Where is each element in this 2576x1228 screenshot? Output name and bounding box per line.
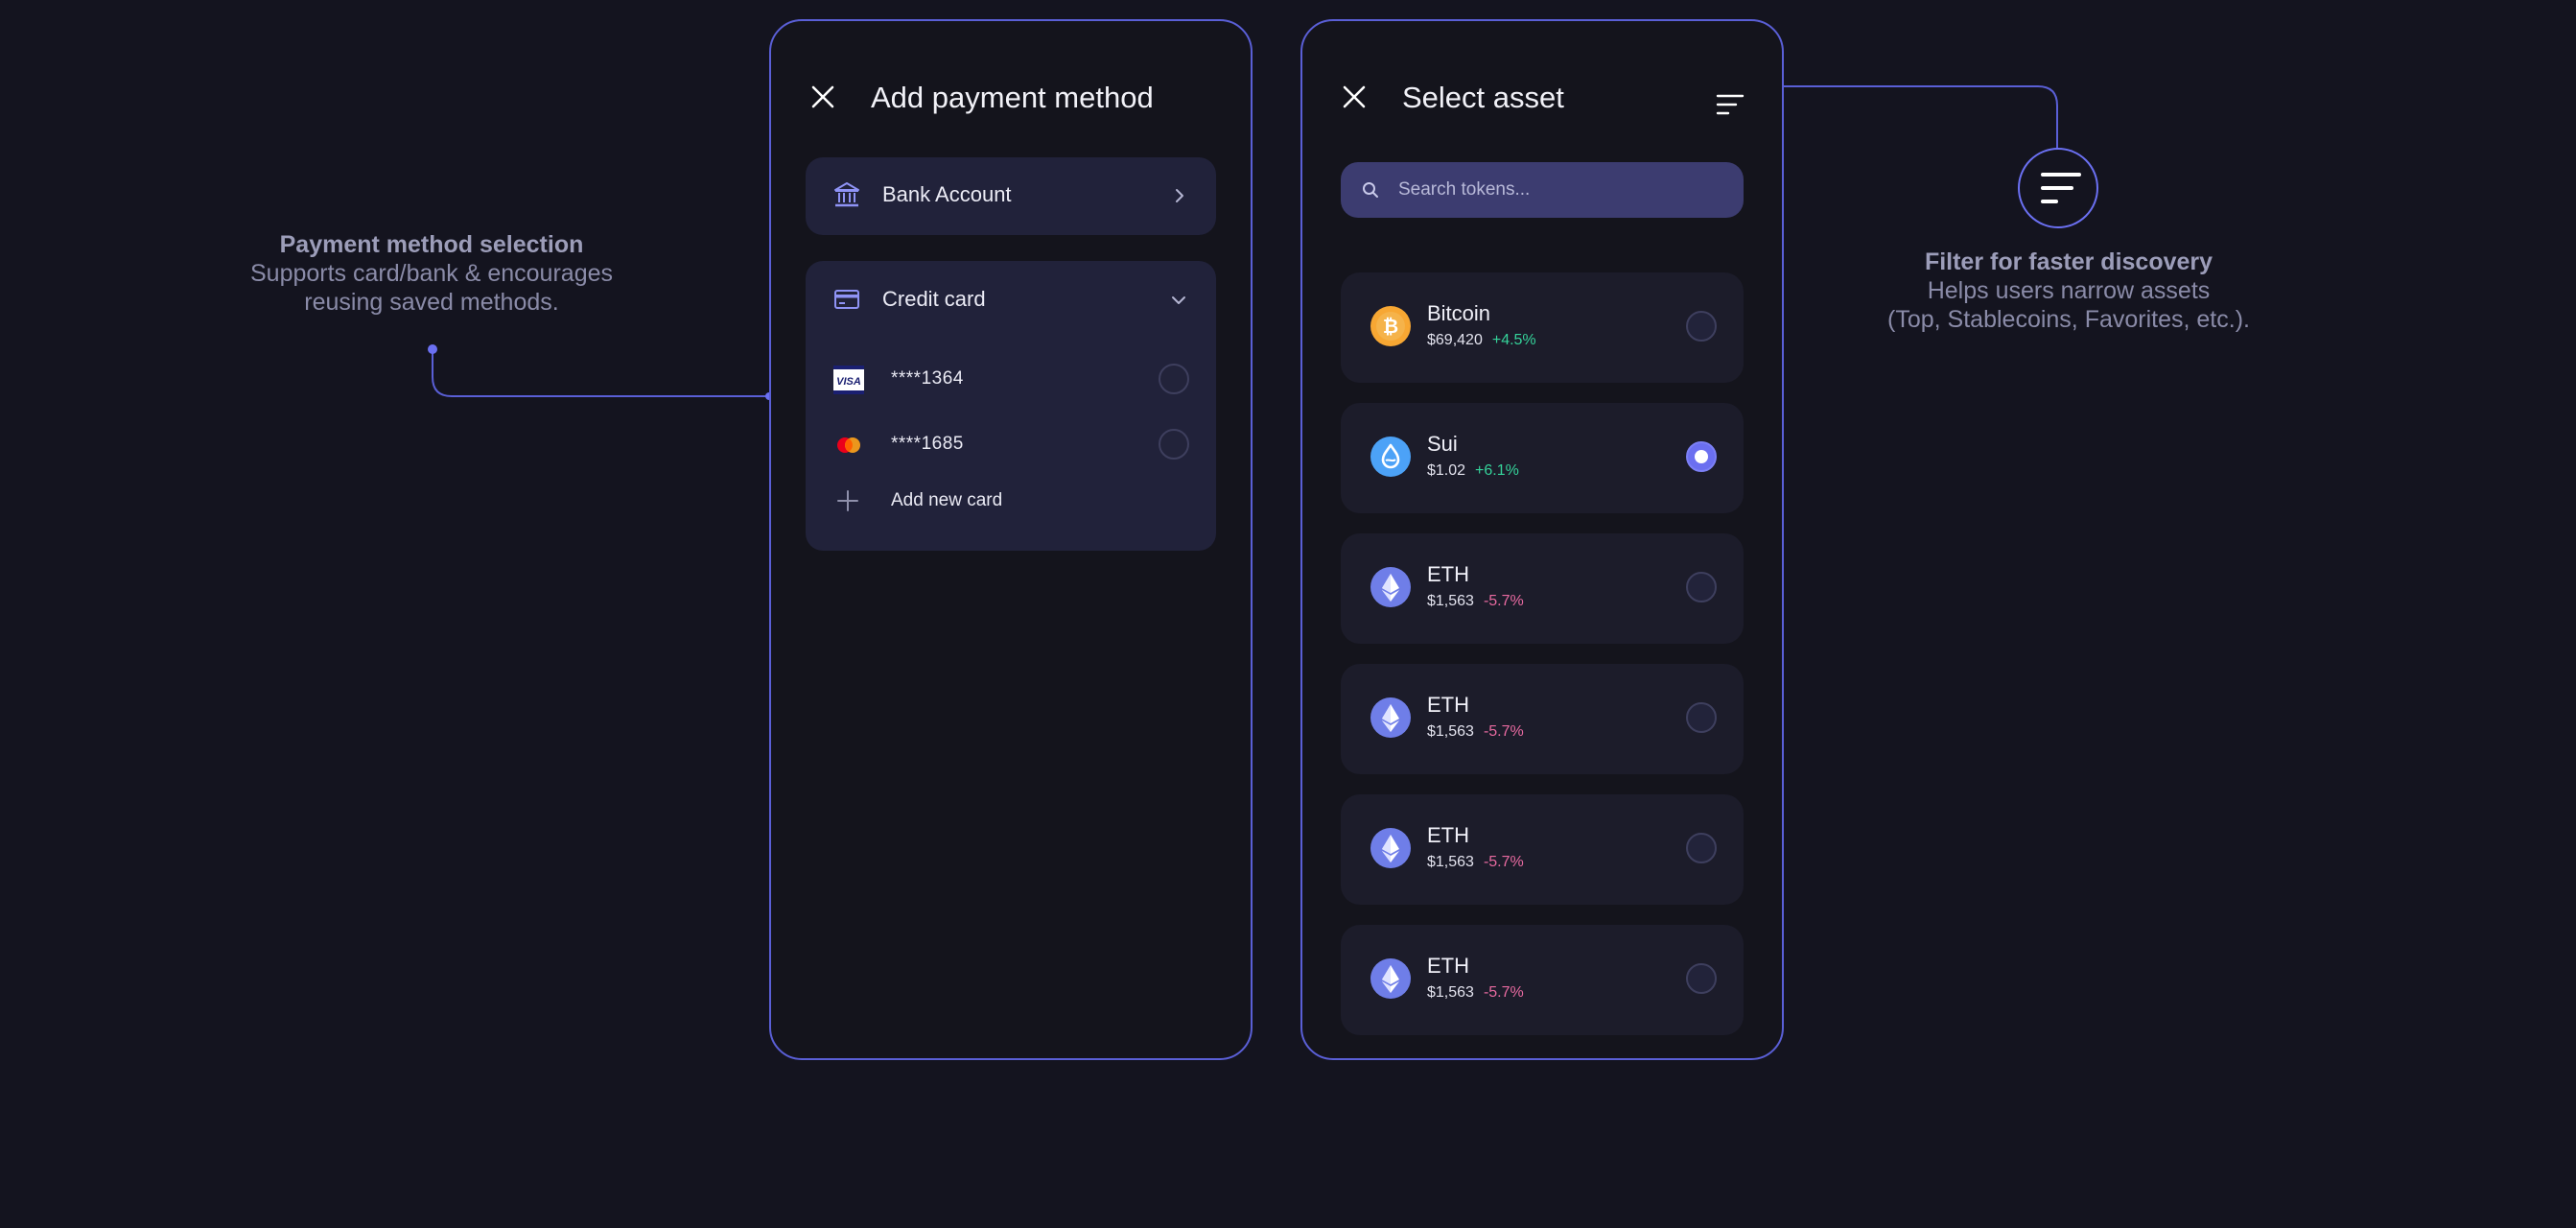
page-title: Add payment method [871, 81, 1154, 114]
asset-radio[interactable] [1686, 311, 1717, 342]
card-number: ****1364 [891, 368, 964, 389]
asset-price: $1,563 [1427, 984, 1474, 1001]
payment-annotation: Payment method selection Supports card/b… [192, 230, 671, 317]
bank-icon [834, 182, 859, 207]
payment-method-panel: Add payment method Bank Account Credit c… [769, 19, 1253, 1060]
asset-change: +4.5% [1491, 332, 1536, 348]
ethereum-icon [1370, 827, 1412, 869]
sui-icon [1370, 436, 1412, 478]
svg-text:VISA: VISA [836, 376, 861, 388]
asset-radio[interactable] [1686, 702, 1717, 733]
asset-row-sui[interactable]: Sui $1.02 +6.1% [1341, 403, 1744, 513]
saved-card-visa[interactable]: VISA ****1364 [806, 351, 1216, 407]
asset-name: ETH [1427, 693, 1469, 717]
ethereum-icon [1370, 566, 1412, 608]
plus-icon [837, 490, 858, 511]
close-icon[interactable] [808, 82, 838, 112]
credit-card-section: Credit card VISA ****1364 ****1685 Add n… [806, 261, 1216, 551]
asset-price: $1,563 [1427, 593, 1474, 609]
card-number: ****1685 [891, 434, 964, 454]
asset-price: $1,563 [1427, 854, 1474, 870]
asset-name: ETH [1427, 954, 1469, 978]
saved-card-mastercard[interactable]: ****1685 [806, 416, 1216, 472]
asset-radio[interactable] [1686, 441, 1717, 472]
asset-price-line: $1,563 -5.7% [1427, 593, 1524, 610]
panel-header: Select asset [1302, 21, 1782, 146]
add-new-card-label: Add new card [891, 490, 1003, 510]
annotation-text: (Top, Stablecoins, Favorites, etc.). [1887, 306, 2250, 333]
asset-price-line: $1,563 -5.7% [1427, 984, 1524, 1002]
asset-row-eth[interactable]: ETH $1,563 -5.7% [1341, 925, 1744, 1035]
search-field[interactable] [1341, 162, 1744, 218]
mastercard-logo-icon [837, 437, 860, 453]
asset-change: +6.1% [1475, 462, 1519, 479]
annotation-title: Payment method selection [279, 231, 584, 258]
credit-card-toggle[interactable]: Credit card [806, 261, 1216, 338]
sort-filter-icon[interactable] [1715, 89, 1745, 120]
annotation-title: Filter for faster discovery [1924, 248, 2213, 275]
asset-row-bitcoin[interactable]: ₿ Bitcoin $69,420 +4.5% [1341, 272, 1744, 383]
bank-account-label: Bank Account [882, 182, 1012, 206]
visa-logo-icon: VISA [833, 366, 864, 394]
annotation-connectors [428, 85, 2058, 400]
card-radio[interactable] [1159, 364, 1189, 394]
page-title: Select asset [1402, 81, 1564, 114]
sort-filter-icon [2041, 173, 2081, 203]
asset-price: $1,563 [1427, 723, 1474, 740]
bank-account-option[interactable]: Bank Account [806, 157, 1216, 235]
asset-price-line: $1,563 -5.7% [1427, 854, 1524, 871]
asset-price-line: $69,420 +4.5% [1427, 332, 1536, 349]
annotation-text: reusing saved methods. [304, 289, 559, 316]
asset-change: -5.7% [1483, 984, 1524, 1001]
card-radio[interactable] [1159, 429, 1189, 460]
asset-row-eth[interactable]: ETH $1,563 -5.7% [1341, 794, 1744, 905]
asset-row-eth[interactable]: ETH $1,563 -5.7% [1341, 533, 1744, 644]
asset-change: -5.7% [1483, 593, 1524, 609]
annotation-text: Supports card/bank & encourages [249, 260, 613, 287]
search-icon [1363, 182, 1378, 198]
chevron-down-icon [1172, 296, 1185, 304]
filter-annotation: Filter for faster discovery Helps users … [1829, 248, 2308, 334]
ethereum-icon [1370, 957, 1412, 1000]
panel-header: Add payment method [771, 21, 1251, 146]
chevron-right-icon [1176, 189, 1183, 202]
bitcoin-icon: ₿ [1370, 305, 1412, 347]
asset-name: ETH [1427, 562, 1469, 586]
filter-annotation-icon [2018, 148, 2098, 228]
credit-card-label: Credit card [882, 287, 986, 311]
close-icon[interactable] [1339, 82, 1370, 112]
asset-name: ETH [1427, 823, 1469, 847]
asset-price: $1.02 [1427, 462, 1466, 479]
asset-price: $69,420 [1427, 332, 1483, 348]
select-asset-panel: Select asset ₿ Bitcoin $69,420 +4.5% Sui … [1300, 19, 1784, 1060]
asset-name: Sui [1427, 432, 1458, 456]
add-new-card-button[interactable]: Add new card [806, 472, 1216, 530]
annotation-text: Helps users narrow assets [1927, 277, 2211, 304]
asset-price-line: $1.02 +6.1% [1427, 462, 1519, 480]
asset-radio[interactable] [1686, 833, 1717, 863]
asset-name: Bitcoin [1427, 301, 1491, 325]
asset-row-eth[interactable]: ETH $1,563 -5.7% [1341, 664, 1744, 774]
asset-radio[interactable] [1686, 963, 1717, 994]
ethereum-icon [1370, 697, 1412, 739]
svg-text:₿: ₿ [1383, 317, 1398, 338]
asset-change: -5.7% [1483, 723, 1524, 740]
asset-price-line: $1,563 -5.7% [1427, 723, 1524, 741]
asset-change: -5.7% [1483, 854, 1524, 870]
asset-radio[interactable] [1686, 572, 1717, 602]
search-input[interactable] [1398, 162, 1686, 218]
credit-card-icon [834, 290, 859, 309]
